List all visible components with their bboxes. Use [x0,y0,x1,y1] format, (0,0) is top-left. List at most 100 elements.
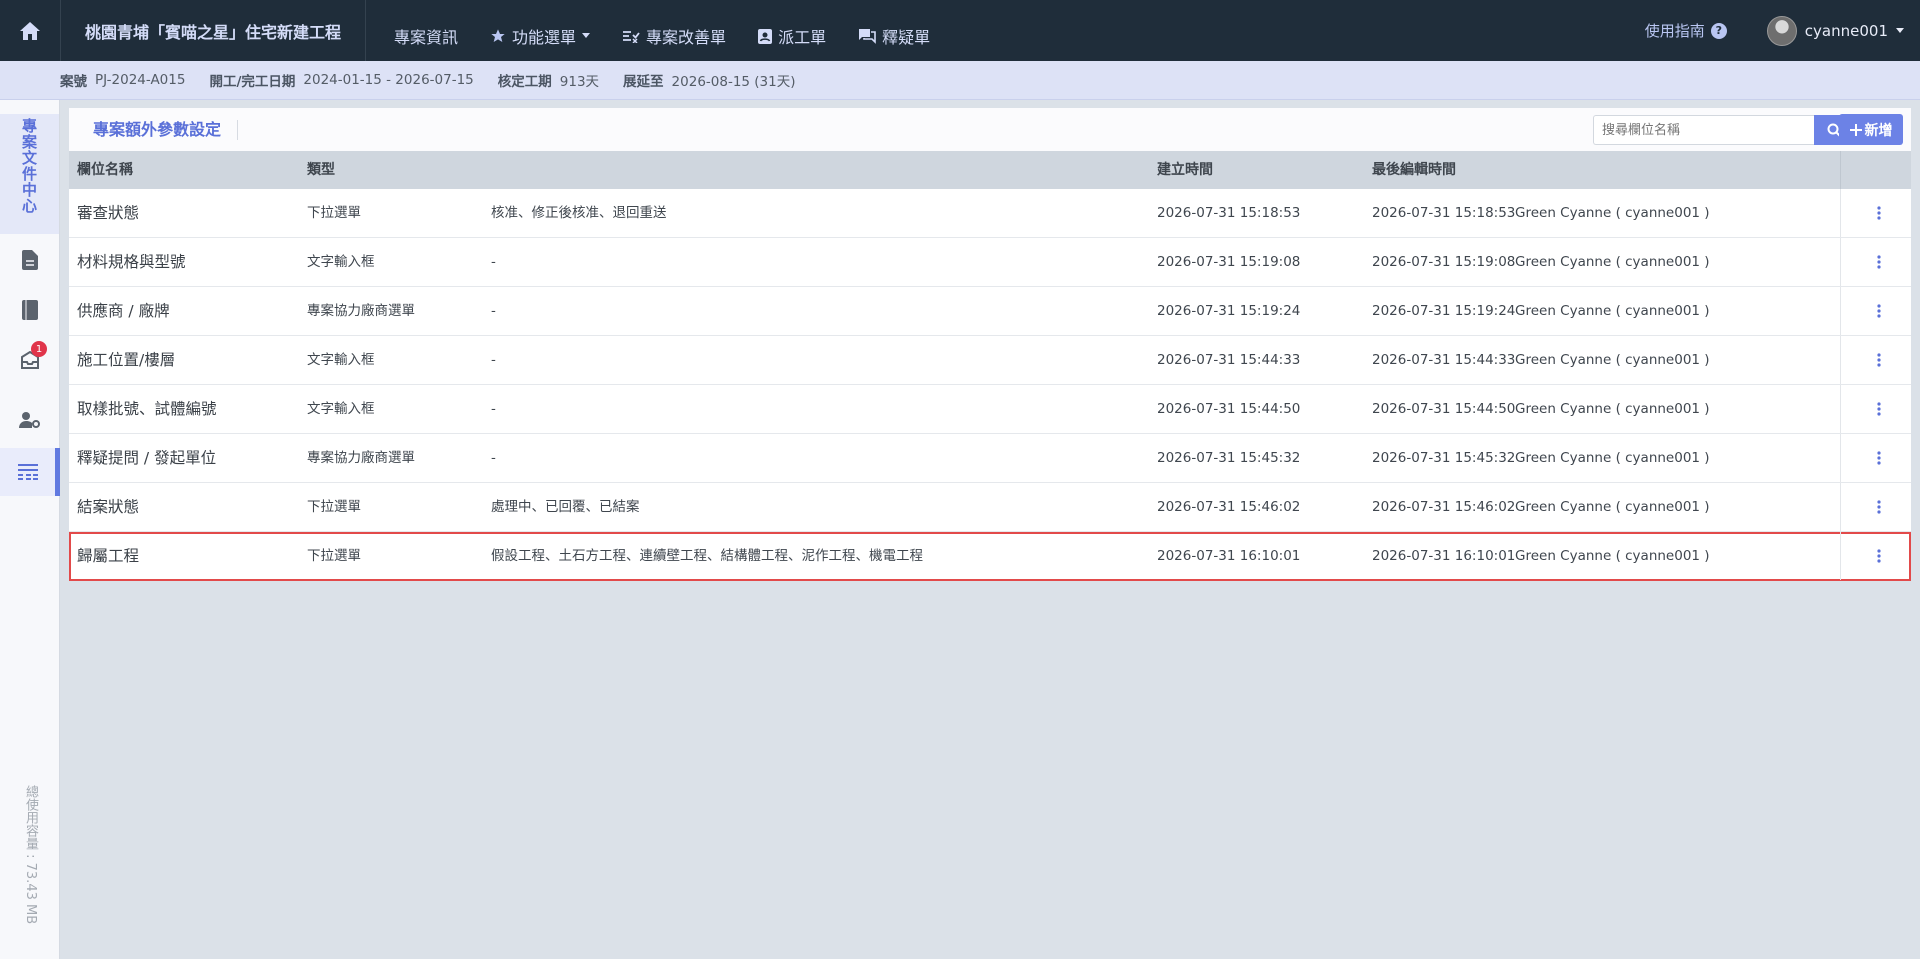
row-divider [1840,238,1841,286]
editor-name: Green Cyanne ( cyanne001 ) [1515,450,1710,466]
extend-label: 展延至 [623,74,664,90]
column-header-edited[interactable]: 最後編輯時間 [1372,151,1456,189]
table-row[interactable]: 釋疑提問 / 發起單位 專案協力廠商選單 - 2026-07-31 15:45:… [69,434,1911,483]
field-type: 專案協力廠商選單 [307,303,415,319]
sidebar-item-documents[interactable] [0,236,59,284]
table-row[interactable]: 審查狀態 下拉選單 核准、修正後核准、退回重送 2026-07-31 15:18… [69,189,1911,238]
created-time: 2026-07-31 15:19:08 [1157,254,1301,270]
edited-time: 2026-07-31 15:19:24 [1372,303,1516,319]
table-row[interactable]: 施工位置/樓層 文字輸入框 - 2026-07-31 15:44:33 2026… [69,336,1911,385]
user-menu[interactable]: cyanne001 [1766,15,1904,46]
add-button[interactable]: 新增 [1839,114,1903,145]
sidebar-item-user-settings[interactable] [0,396,59,444]
created-time: 2026-07-31 15:44:33 [1157,352,1301,368]
created-time: 2026-07-31 15:44:50 [1157,401,1301,417]
row-menu-button[interactable] [1869,252,1889,272]
main-nav: 專案資訊 功能選單 專案改善單 派工單 釋疑單 [366,0,946,61]
field-type: 文字輸入框 [307,352,375,368]
table-header: 欄位名稱 類型 建立時間 最後編輯時間 [69,151,1911,189]
project-title[interactable]: 桃園青埔「賓喵之星」住宅新建工程 [61,0,367,61]
row-divider [1840,189,1841,237]
nav-project-info[interactable]: 專案資訊 [378,0,474,61]
nav-dispatch-form[interactable]: 派工單 [742,0,842,61]
table-row[interactable]: 結案狀態 下拉選單 處理中、已回覆、已結案 2026-07-31 15:46:0… [69,483,1911,532]
field-name: 結案狀態 [77,498,140,516]
row-menu-button[interactable] [1869,497,1889,517]
field-options: - [491,303,496,319]
row-divider [1840,336,1841,384]
field-type: 文字輸入框 [307,401,375,417]
dates-value: 2024-01-15 - 2026-07-15 [303,72,474,88]
column-header-type[interactable]: 類型 [307,151,335,189]
book-icon [21,300,38,320]
project-info-bar: 案號 PJ-2024-A015 開工/完工日期 2024-01-15 - 202… [0,61,1920,100]
edited-time: 2026-07-31 15:18:53 [1372,205,1516,221]
editor-name: Green Cyanne ( cyanne001 ) [1515,205,1710,221]
edited-time: 2026-07-31 15:44:50 [1372,401,1516,417]
editor-name: Green Cyanne ( cyanne001 ) [1515,499,1710,515]
add-label: 新增 [1864,122,1893,139]
row-divider [1840,287,1841,335]
table-row[interactable]: 材料規格與型號 文字輸入框 - 2026-07-31 15:19:08 2026… [69,238,1911,287]
row-divider [1840,385,1841,433]
field-options: - [491,254,496,270]
sidebar: 專案文件中心 1 總使用容量 : 73.43 MB [0,100,60,959]
table-row[interactable]: 歸屬工程 下拉選單 假設工程、土石方工程、連續壁工程、結構體工程、泥作工程、機電… [69,532,1911,581]
sidebar-item-book[interactable] [0,286,59,334]
doc-center-label: 專案文件中心 [21,117,37,215]
nav-clarification-form[interactable]: 釋疑單 [842,0,946,61]
star-icon [491,28,505,42]
sidebar-item-extra-params[interactable] [0,448,60,496]
column-header-name[interactable]: 欄位名稱 [77,151,133,189]
field-name: 取樣批號、試體編號 [77,400,217,418]
row-menu-button[interactable] [1869,350,1889,370]
avatar [1766,15,1797,46]
doc-center-tab[interactable]: 專案文件中心 [0,114,59,234]
nav-improvement-form[interactable]: 專案改善單 [606,0,742,61]
created-time: 2026-07-31 15:46:02 [1157,499,1301,515]
row-divider [1840,483,1841,531]
more-vertical-icon [1877,353,1881,367]
row-menu-button[interactable] [1869,448,1889,468]
case-number: 案號 PJ-2024-A015 [60,70,185,90]
row-menu-button[interactable] [1869,546,1889,566]
row-menu-button[interactable] [1869,399,1889,419]
home-button[interactable] [0,0,61,61]
field-name: 材料規格與型號 [77,253,186,271]
editor-name: Green Cyanne ( cyanne001 ) [1515,303,1710,319]
field-options: 處理中、已回覆、已結案 [491,499,640,515]
more-vertical-icon [1877,255,1881,269]
column-header-created[interactable]: 建立時間 [1157,151,1213,189]
username: cyanne001 [1804,21,1888,40]
chevron-down-icon [1896,27,1904,33]
case-value: PJ-2024-A015 [95,72,186,88]
row-menu-button[interactable] [1869,301,1889,321]
field-type: 下拉選單 [307,499,361,515]
table-row[interactable]: 供應商 / 廠牌 專案協力廠商選單 - 2026-07-31 15:19:24 … [69,287,1911,336]
document-icon [21,250,38,270]
user-guide-link[interactable]: 使用指南 ? [1645,20,1727,41]
more-vertical-icon [1877,549,1881,563]
field-options: 假設工程、土石方工程、連續壁工程、結構體工程、泥作工程、機電工程 [491,548,923,564]
row-menu-button[interactable] [1869,203,1889,223]
search-input[interactable] [1593,115,1814,145]
storage-usage: 總使用容量 : 73.43 MB [23,785,38,925]
more-vertical-icon [1877,500,1881,514]
nav-label: 專案改善單 [646,27,727,47]
notification-badge: 1 [31,341,47,357]
table-rows-icon [17,464,38,480]
sidebar-item-notifications[interactable]: 1 [0,336,59,384]
nav-label: 釋疑單 [882,27,931,47]
chevron-down-icon [582,32,591,38]
user-settings-icon [18,412,40,428]
editor-name: Green Cyanne ( cyanne001 ) [1515,254,1710,270]
more-vertical-icon [1877,402,1881,416]
more-vertical-icon [1877,304,1881,318]
created-time: 2026-07-31 15:18:53 [1157,205,1301,221]
nav-label: 派工單 [778,27,827,47]
approved-period: 核定工期 913天 [498,70,599,90]
nav-function-menu[interactable]: 功能選單 [474,0,606,61]
table-row[interactable]: 取樣批號、試體編號 文字輸入框 - 2026-07-31 15:44:50 20… [69,385,1911,434]
extend-value: 2026-08-15 (31天) [671,74,796,90]
more-vertical-icon [1877,451,1881,465]
